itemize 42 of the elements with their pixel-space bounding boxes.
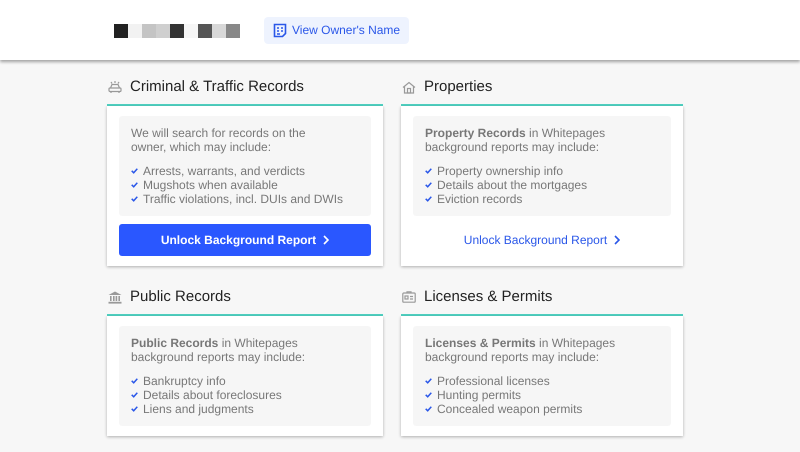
- car-icon: [108, 80, 122, 94]
- check-icon: [425, 392, 432, 398]
- check-icon: [131, 196, 138, 202]
- list-item-text: Liens and judgments: [143, 402, 254, 416]
- unlock-report-link[interactable]: Unlock Background Report: [413, 224, 671, 256]
- check-icon: [425, 196, 432, 202]
- list-item-text: Property ownership info: [437, 164, 564, 178]
- section-title: Licenses & Permits: [424, 286, 552, 307]
- check-icon: [131, 378, 138, 384]
- check-icon: [425, 406, 432, 412]
- list-item-text: Traffic violations, incl. DUIs and DWIs: [143, 192, 344, 206]
- section-title: Public Records: [130, 286, 231, 307]
- document-icon: [273, 22, 287, 38]
- check-icon: [131, 392, 138, 398]
- list-item-text: Bankruptcy info: [143, 374, 226, 388]
- chevron-right-icon: [323, 235, 330, 245]
- list-item-text: Professional licenses: [437, 374, 550, 388]
- list-item-text: Arrests, warrants, and verdicts: [143, 164, 306, 178]
- check-icon: [131, 168, 138, 174]
- list-item-text: Hunting permits: [437, 388, 522, 402]
- house-icon: [402, 80, 416, 94]
- view-owner-name-button[interactable]: View Owner's Name: [264, 16, 410, 44]
- list-item-text: Mugshots when available: [143, 178, 278, 192]
- list-item-text: Details about the mortgages: [437, 178, 588, 192]
- unlock-report-button[interactable]: Unlock Background Report: [119, 224, 371, 256]
- list-item-text: Concealed weapon permits: [437, 402, 582, 416]
- check-icon: [131, 406, 138, 412]
- intro-text: Licenses & Permits in Whitepages background reports may include:: [425, 336, 616, 364]
- intro-text: Property Records in Whitepages background reports may include:: [425, 126, 606, 154]
- check-icon: [131, 182, 138, 188]
- section-title: Properties: [424, 76, 492, 97]
- bank-icon: [108, 290, 122, 304]
- intro-text: Public Records in Whitepages background reports may include:: [131, 336, 306, 364]
- chevron-right-icon: [614, 235, 620, 245]
- intro-text: We will search for records on the owner, which may include:: [131, 126, 307, 154]
- list-item-text: Eviction records: [437, 192, 522, 206]
- check-icon: [425, 378, 432, 384]
- section-title: Criminal & Traffic Records: [130, 76, 304, 97]
- check-icon: [425, 168, 432, 174]
- list-item-text: Details about foreclosures: [143, 388, 282, 402]
- check-icon: [425, 182, 432, 188]
- id-card-icon: [402, 291, 416, 303]
